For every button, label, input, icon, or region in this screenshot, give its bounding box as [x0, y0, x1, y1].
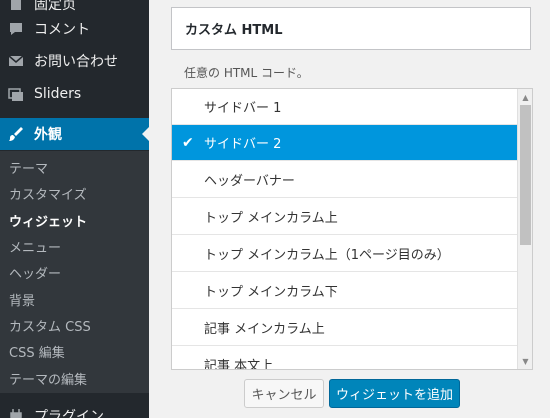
widget-area-option[interactable]: トップ メインカラム上（1ページ目のみ） — [172, 236, 518, 272]
widget-area-label: 記事 メインカラム上 — [204, 322, 325, 337]
widget-area-label: ヘッダーバナー — [204, 174, 295, 189]
widget-area-label: 記事 本文上 — [204, 359, 274, 370]
page-icon — [8, 0, 24, 12]
widget-area-label: トップ メインカラム下 — [204, 285, 338, 300]
slider-icon — [8, 86, 24, 102]
appearance-submenu: テーマ カスタマイズ ウィジェット メニュー ヘッダー 背景 カスタム CSS … — [0, 151, 149, 393]
scroll-thumb[interactable] — [520, 105, 531, 245]
submenu-item-custom-css[interactable]: カスタム CSS — [9, 315, 91, 341]
menu-label: お問い合わせ — [34, 54, 118, 70]
submenu-item-background[interactable]: 背景 — [9, 289, 35, 315]
add-widget-button[interactable]: ウィジェットを追加 — [329, 379, 460, 408]
widget-area-option[interactable]: トップ メインカラム上 — [172, 199, 518, 235]
checkmark-icon: ✔ — [182, 134, 194, 151]
admin-sidebar: 固定页 コメント お問い合わせ Sliders 外観 テーマ カスタマイズ ウィ… — [0, 0, 149, 418]
widget-area-label: サイドバー 1 — [204, 101, 282, 116]
widget-area-list[interactable]: サイドバー 1 ✔ サイドバー 2 ヘッダーバナー トップ メインカラム上 トッ… — [171, 88, 533, 370]
widget-area-label: トップ メインカラム上 — [204, 211, 338, 226]
comment-icon — [8, 21, 24, 37]
menu-item-appearance[interactable]: 外観 — [0, 118, 149, 150]
widget-description: 任意の HTML コード。 — [184, 66, 309, 80]
widget-area-option[interactable]: ヘッダーバナー — [172, 162, 518, 198]
submenu-item-header[interactable]: ヘッダー — [9, 262, 61, 288]
widget-title[interactable]: カスタム HTML — [171, 7, 531, 50]
cancel-button[interactable]: キャンセル — [244, 379, 324, 408]
menu-item-contact[interactable]: お問い合わせ — [0, 45, 149, 77]
widget-area-label: サイドバー 2 — [204, 137, 282, 152]
submenu-item-menus[interactable]: メニュー — [9, 236, 61, 262]
submenu-item-css-edit[interactable]: CSS 編集 — [9, 341, 65, 367]
submenu-item-widgets[interactable]: ウィジェット — [9, 210, 87, 236]
scroll-up-icon[interactable]: ▲ — [518, 90, 532, 104]
list-scrollbar[interactable]: ▲ ▼ — [517, 89, 532, 369]
menu-label: Sliders — [34, 86, 82, 102]
plugin-icon — [8, 408, 24, 418]
menu-label: プラグイン — [34, 409, 104, 418]
widget-area-option[interactable]: トップ メインカラム下 — [172, 273, 518, 309]
widget-area-option[interactable]: サイドバー 1 — [172, 89, 518, 125]
menu-item-comments[interactable]: コメント — [0, 13, 149, 45]
submenu-item-customize[interactable]: カスタマイズ — [9, 183, 87, 209]
menu-label: 外観 — [34, 127, 62, 143]
mail-icon — [8, 53, 24, 69]
submenu-item-themes[interactable]: テーマ — [9, 157, 48, 183]
widget-area-option-selected[interactable]: ✔ サイドバー 2 — [172, 125, 518, 161]
menu-label: 固定页 — [34, 0, 76, 13]
menu-item-plugins[interactable]: プラグイン — [0, 400, 149, 418]
widget-area-option[interactable]: 記事 本文上 — [172, 347, 518, 370]
scroll-down-icon[interactable]: ▼ — [518, 354, 532, 368]
menu-item-sliders[interactable]: Sliders — [0, 78, 149, 110]
menu-label: コメント — [34, 22, 90, 38]
widget-area-option[interactable]: 記事 メインカラム上 — [172, 310, 518, 346]
paintbrush-icon — [8, 126, 24, 142]
submenu-item-theme-editor[interactable]: テーマの編集 — [9, 368, 87, 394]
widget-area-label: トップ メインカラム上（1ページ目のみ） — [204, 248, 450, 263]
